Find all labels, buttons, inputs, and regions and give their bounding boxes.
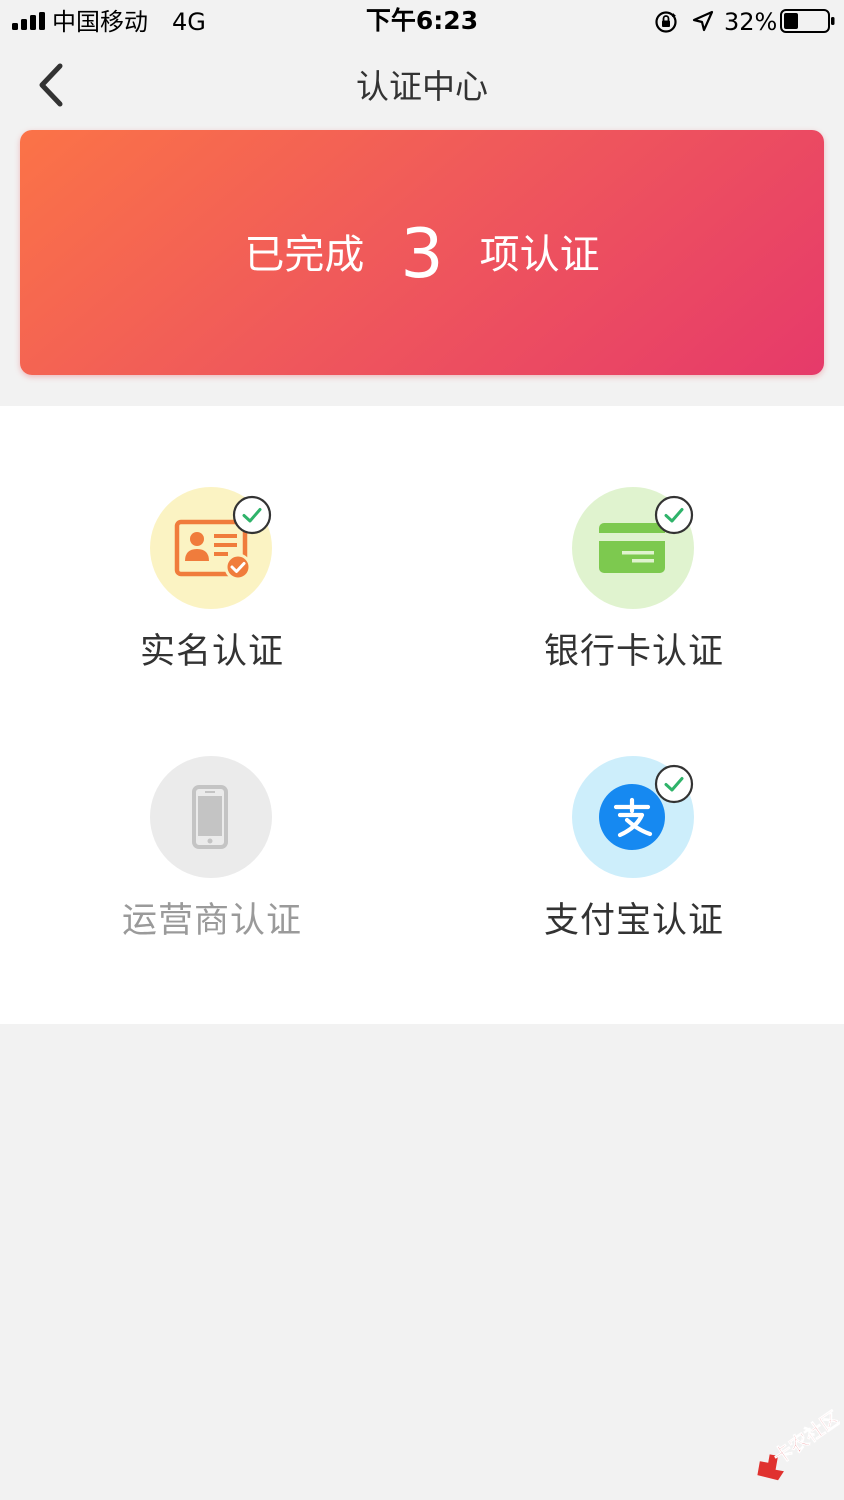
battery-percentage: 32% bbox=[724, 8, 778, 36]
location-arrow-icon bbox=[692, 10, 714, 32]
certification-panel: 实名认证 银行卡认证 运营商认证 支付宝认证 bbox=[0, 406, 844, 1024]
alipay-label: 支付宝认证 bbox=[543, 901, 724, 941]
real-name-certification[interactable]: 实名认证 bbox=[62, 487, 362, 717]
svg-text:卡农社区: 卡农社区 bbox=[769, 1406, 840, 1468]
bank-card-certification[interactable]: 银行卡认证 bbox=[484, 487, 784, 717]
completed-check-icon bbox=[654, 764, 694, 804]
status-time: 下午6:23 bbox=[365, 6, 479, 35]
status-bar: 中国移动 4G 下午6:23 32% bbox=[0, 0, 844, 44]
completion-banner: 已完成 3 项认证 bbox=[20, 130, 824, 375]
rotation-lock-icon bbox=[655, 11, 677, 33]
completion-summary: 已完成 3 项认证 bbox=[20, 210, 824, 300]
real-name-label: 实名认证 bbox=[139, 632, 284, 672]
phone-icon-circle bbox=[150, 756, 272, 878]
bank-card-label: 银行卡认证 bbox=[543, 632, 724, 672]
completed-check-icon bbox=[232, 495, 272, 535]
watermark-logo: 卡农社区 bbox=[757, 1406, 840, 1481]
navigation-bar: 认证中心 bbox=[0, 44, 844, 128]
alipay-certification[interactable]: 支付宝认证 bbox=[484, 756, 784, 986]
completed-check-icon bbox=[654, 495, 694, 535]
completion-prefix: 已完成 bbox=[244, 232, 365, 278]
carrier-label: 运营商认证 bbox=[121, 901, 302, 941]
carrier-certification[interactable]: 运营商认证 bbox=[62, 756, 362, 986]
phone-icon bbox=[192, 785, 228, 849]
completion-count: 3 bbox=[400, 215, 444, 294]
battery-icon bbox=[780, 9, 835, 33]
completion-suffix: 项认证 bbox=[479, 232, 600, 278]
page-title: 认证中心 bbox=[356, 67, 488, 106]
